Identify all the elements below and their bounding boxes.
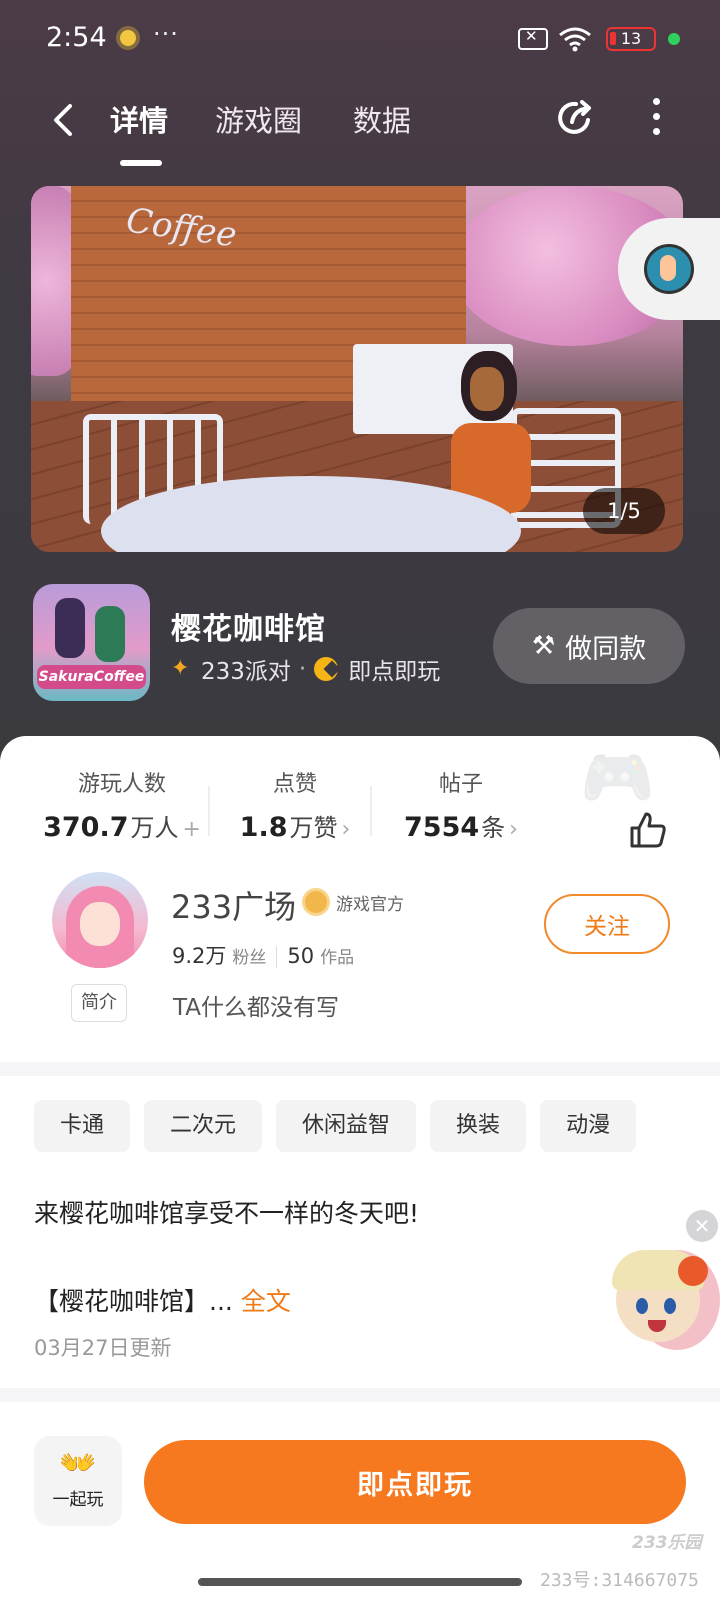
stat-players-label: 游玩人数: [77, 772, 166, 797]
description-line: 来樱花咖啡馆享受不一样的冬天吧!: [34, 1199, 420, 1228]
works-count: 50: [287, 944, 315, 968]
game-app-icon: SakuraCoffee: [33, 584, 150, 701]
thumbs-up-icon[interactable]: [626, 808, 670, 852]
play-together-button[interactable]: 👐 一起玩: [34, 1436, 122, 1526]
official-medal-icon: [302, 888, 330, 916]
privacy-indicator-dot: [668, 33, 680, 45]
make-same-label: 做同款: [565, 633, 647, 665]
stat-separator: [370, 786, 372, 836]
chevron-right-icon: ›: [341, 817, 351, 842]
stat-players-value: 370.7: [43, 812, 129, 843]
stat-posts-unit: 条: [481, 814, 506, 842]
mascot-floating-icon[interactable]: [608, 1250, 720, 1362]
battery-icon: 13: [606, 27, 656, 51]
intro-text: TA什么都没有写: [173, 995, 339, 1021]
notification-more-icon: ···: [153, 20, 179, 48]
fans-count: 9.2万: [172, 944, 227, 968]
stat-likes[interactable]: 点赞 1.8万赞 ›: [220, 766, 370, 843]
author-stats: 9.2万 粉丝 50 作品: [172, 940, 354, 970]
carousel-counter: 1/5: [583, 488, 665, 534]
party-popper-icon: ✦: [171, 656, 190, 681]
stat-separator: [208, 786, 210, 836]
assistant-avatar-icon: [644, 244, 694, 294]
author-name[interactable]: 233广场: [171, 882, 296, 928]
description-line: 【樱花咖啡馆】...: [34, 1287, 233, 1316]
tag-chip[interactable]: 动漫: [540, 1100, 637, 1152]
update-date: 03月27日更新: [34, 1336, 172, 1360]
status-bar: 2:54 ··· 13: [0, 0, 720, 78]
close-icon[interactable]: ✕: [686, 1210, 718, 1242]
tab-data[interactable]: 数据: [353, 98, 411, 140]
author-avatar[interactable]: [52, 872, 148, 968]
tab-game-circle[interactable]: 游戏圈: [215, 98, 302, 140]
watermark-logo: 233乐园: [632, 1533, 702, 1553]
no-sim-icon: [518, 27, 548, 50]
more-options-icon[interactable]: [648, 98, 664, 142]
stat-likes-value: 1.8: [239, 812, 288, 843]
tag-list: 卡通 二次元 休闲益智 换装 动漫: [34, 1100, 637, 1152]
description-excerpt: 【樱花咖啡馆】... 全文: [34, 1282, 291, 1318]
hammer-icon: ⚒: [531, 631, 556, 661]
meta-separator: ·: [298, 656, 307, 682]
screenshot-carousel[interactable]: Coffee 1/5: [31, 186, 683, 552]
tag-chip[interactable]: 卡通: [34, 1100, 131, 1152]
back-arrow-icon[interactable]: [46, 100, 86, 140]
floating-assistant-tab[interactable]: [618, 218, 720, 320]
stat-players-unit: 万人: [130, 814, 179, 842]
play-together-label: 一起玩: [52, 1490, 104, 1510]
stat-likes-unit: 万赞: [289, 814, 338, 842]
stat-posts-label: 帖子: [438, 772, 483, 797]
weather-sun-icon: [120, 30, 136, 46]
official-badge: 游戏官方: [302, 888, 404, 916]
clapping-hands-icon: 👐: [59, 1446, 97, 1481]
game-icon-logo: SakuraCoffee: [37, 665, 146, 689]
intro-tag: 简介: [71, 984, 127, 1022]
chevron-right-icon: ›: [509, 817, 518, 842]
game-play-mode: 即点即玩: [348, 659, 441, 685]
works-label: 作品: [320, 948, 355, 968]
official-badge-label: 游戏官方: [336, 894, 404, 915]
section-divider: [0, 1388, 720, 1402]
stat-likes-label: 点赞: [272, 772, 317, 797]
instant-play-icon: [314, 657, 339, 681]
make-same-button[interactable]: ⚒ 做同款: [493, 608, 685, 684]
follow-button[interactable]: 关注: [544, 894, 670, 954]
stats-row: 游玩人数 370.7万人 + 点赞 1.8万赞 › 帖子 7554条 ›: [0, 766, 720, 848]
game-title: 樱花咖啡馆: [171, 612, 326, 647]
watermark-id: 233号:314667075: [540, 1570, 699, 1591]
tab-details[interactable]: 详情: [110, 98, 168, 140]
section-divider: [0, 1062, 720, 1076]
tag-chip[interactable]: 换装: [430, 1100, 527, 1152]
home-indicator[interactable]: [198, 1578, 522, 1586]
stat-players: 游玩人数 370.7万人 +: [32, 766, 212, 843]
read-more-link[interactable]: 全文: [241, 1287, 291, 1316]
instant-play-button[interactable]: 即点即玩: [144, 1440, 686, 1524]
status-time: 2:54: [46, 22, 107, 53]
stat-players-plus: +: [182, 817, 201, 842]
tag-chip[interactable]: 休闲益智: [276, 1100, 417, 1152]
stat-posts-value: 7554: [404, 812, 480, 843]
stat-posts[interactable]: 帖子 7554条 ›: [386, 766, 536, 843]
top-nav: 详情 游戏圈 数据: [0, 90, 720, 166]
share-icon[interactable]: [554, 96, 598, 140]
active-tab-indicator: [120, 160, 162, 166]
wifi-icon: [559, 27, 591, 52]
game-meta: ✦ 233派对 · 即点即玩: [171, 652, 440, 686]
tag-chip[interactable]: 二次元: [144, 1100, 263, 1152]
fans-label: 粉丝: [232, 948, 267, 968]
game-category: 233派对: [201, 659, 291, 685]
